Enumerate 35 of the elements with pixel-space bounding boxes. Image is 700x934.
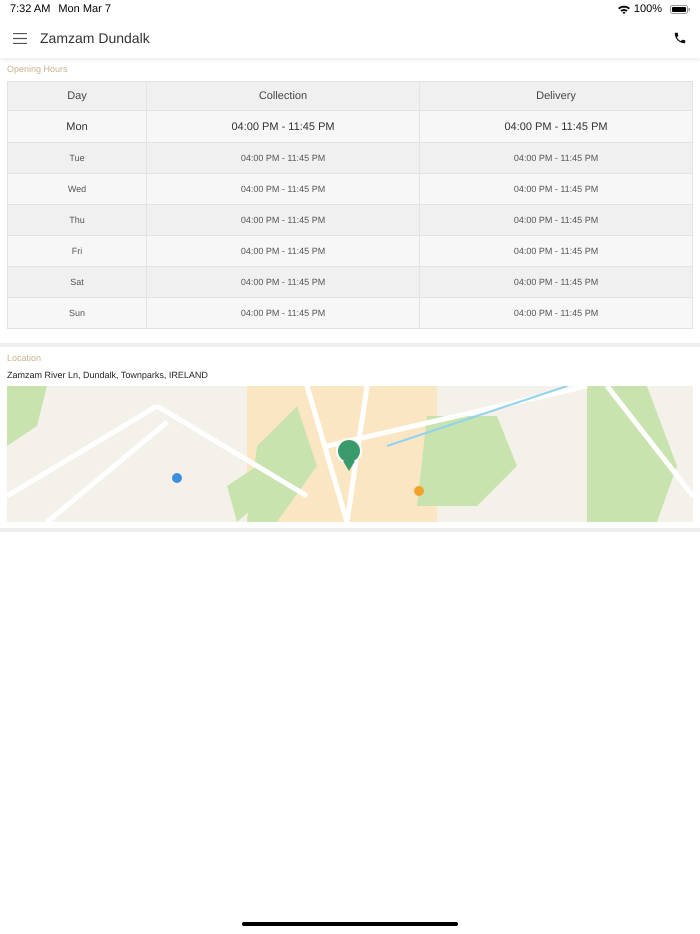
table-cell: 04:00 PM - 11:45 PM xyxy=(420,142,692,174)
table-cell: 04:00 PM - 11:45 PM xyxy=(146,298,420,328)
table-cell: 04:00 PM - 11:45 PM xyxy=(146,266,420,298)
column-header: Collection xyxy=(146,82,420,110)
wifi-icon xyxy=(618,4,630,14)
column-header: Delivery xyxy=(420,82,692,110)
table-cell: 04:00 PM - 11:45 PM xyxy=(146,142,420,174)
app-title: Zamzam Dundalk xyxy=(40,30,150,46)
status-date: Mon Mar 7 xyxy=(58,3,111,15)
table-cell: 04:00 PM - 11:45 PM xyxy=(420,174,692,204)
table-cell: 04:00 PM - 11:45 PM xyxy=(146,110,420,142)
battery-icon xyxy=(670,4,690,14)
day-cell: Mon xyxy=(8,110,146,142)
day-cell: Thu xyxy=(8,204,146,236)
phone-icon[interactable] xyxy=(673,31,687,45)
day-cell: Tue xyxy=(8,142,146,174)
table-cell: 04:00 PM - 11:45 PM xyxy=(146,204,420,236)
day-cell: Fri xyxy=(8,236,146,266)
battery-percent: 100% xyxy=(634,3,662,15)
status-time: 7:32 AM xyxy=(10,3,50,15)
table-cell: 04:00 PM - 11:45 PM xyxy=(420,298,692,328)
column-header: Day xyxy=(8,82,146,110)
table-cell: 04:00 PM - 11:45 PM xyxy=(146,174,420,204)
section-label: Opening Hours xyxy=(6,63,69,76)
day-cell: Sat xyxy=(8,266,146,298)
table-cell: 04:00 PM - 11:45 PM xyxy=(146,236,420,266)
table-cell: 04:00 PM - 11:45 PM xyxy=(420,266,692,298)
day-cell: Sun xyxy=(8,298,146,328)
section-label: Location xyxy=(6,352,42,365)
table-cell: 04:00 PM - 11:45 PM xyxy=(420,110,692,142)
address-text: Zamzam River Ln, Dundalk, Townparks, IRELAND xyxy=(6,370,209,382)
menu-icon[interactable] xyxy=(13,32,27,44)
day-cell: Wed xyxy=(8,174,146,204)
table-cell: 04:00 PM - 11:45 PM xyxy=(420,236,692,266)
table-cell: 04:00 PM - 11:45 PM xyxy=(420,204,692,236)
